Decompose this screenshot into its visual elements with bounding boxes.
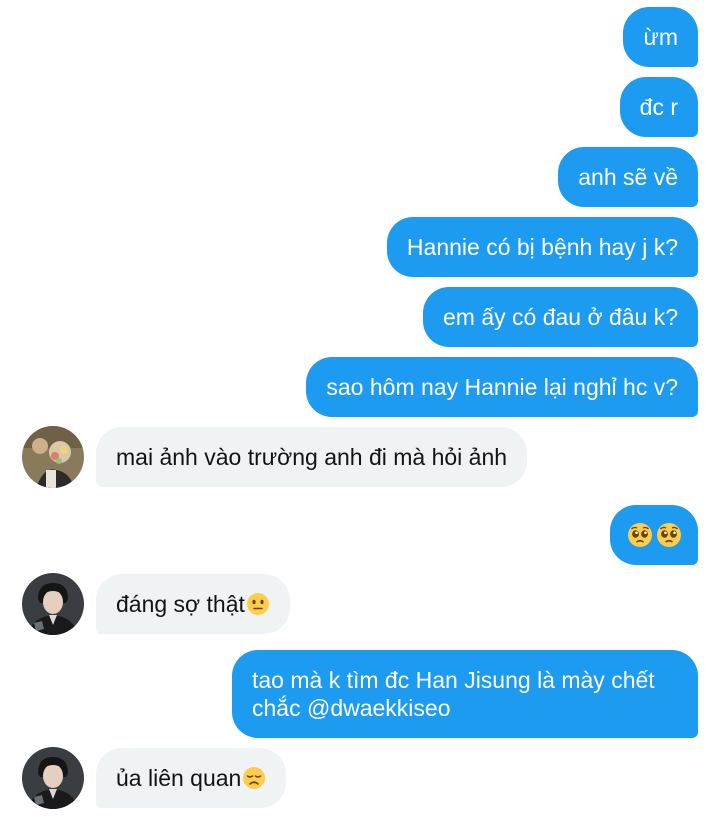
- incoming-message-bubble[interactable]: ủa liên quan: [96, 748, 287, 808]
- outgoing-message-bubble[interactable]: sao hôm nay Hannie lại nghỉ hc v?: [306, 357, 698, 417]
- flowers-photo-avatar[interactable]: [22, 426, 84, 488]
- message-text: ủa liên quan: [116, 765, 242, 791]
- incoming-message-bubble[interactable]: mai ảnh vào trường anh đi mà hỏi ảnh: [96, 427, 528, 487]
- message-text: em ấy có đau ở đâu k?: [443, 304, 678, 330]
- person-suit-avatar[interactable]: [22, 573, 84, 635]
- outgoing-message-bubble[interactable]: [610, 505, 698, 565]
- person-suit-avatar[interactable]: [22, 747, 84, 809]
- disappointed-face-icon: [243, 767, 266, 789]
- outgoing-message-bubble[interactable]: tao mà k tìm đc Han Jisung là mày chết c…: [232, 650, 698, 738]
- pleading-face-icon: [657, 523, 681, 547]
- message-text: đc r: [639, 94, 678, 120]
- message-text: Hannie có bị bệnh hay j k?: [406, 234, 678, 260]
- outgoing-message-bubble[interactable]: Hannie có bị bệnh hay j k?: [386, 217, 698, 277]
- message-text: anh sẽ về: [578, 164, 678, 190]
- message-text: đáng sợ thật: [116, 591, 245, 617]
- outgoing-message-bubble[interactable]: anh sẽ về: [558, 147, 698, 207]
- message-text: mai ảnh vào trường anh đi mà hỏi ảnh: [116, 444, 508, 470]
- message-text: tao mà k tìm đc Han Jisung là mày chết c…: [252, 667, 655, 721]
- message-text: sao hôm nay Hannie lại nghỉ hc v?: [326, 374, 678, 400]
- outgoing-message-bubble[interactable]: ừm: [623, 7, 698, 67]
- pleading-face-icon: [628, 523, 652, 547]
- outgoing-message-bubble[interactable]: em ấy có đau ở đâu k?: [423, 287, 698, 347]
- outgoing-message-bubble[interactable]: đc r: [619, 77, 698, 137]
- neutral-face-icon: [246, 593, 269, 615]
- incoming-message-bubble[interactable]: đáng sợ thật: [96, 574, 290, 634]
- message-text: ừm: [643, 24, 678, 50]
